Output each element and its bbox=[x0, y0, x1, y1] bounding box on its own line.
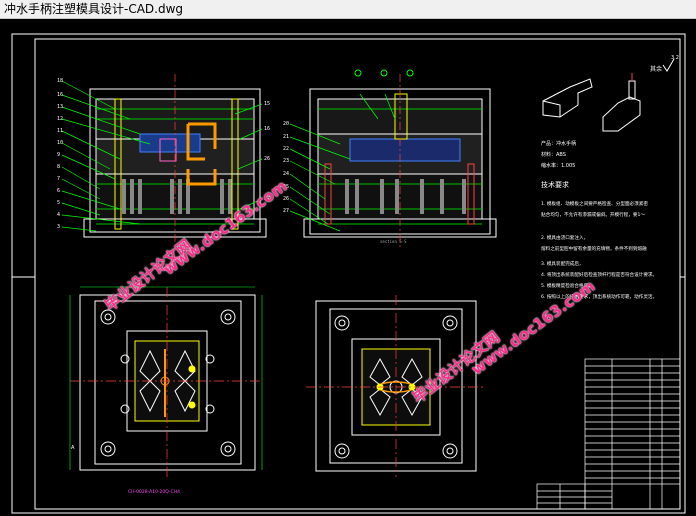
part-number: 20 bbox=[283, 121, 289, 127]
product-views: 其余 3.2 产品：冲水手柄 材料：ABS 缩水率：1.005 技术要求 1. … bbox=[541, 55, 679, 300]
part-number: 15 bbox=[264, 101, 270, 107]
product-material: 材料：ABS bbox=[541, 151, 566, 158]
part-number: 21 bbox=[283, 134, 289, 140]
plan-view-left: A CH-0028-A10-20Q-CH4 bbox=[69, 286, 263, 495]
part-number: 16 bbox=[57, 92, 63, 98]
part-number: 10 bbox=[57, 140, 63, 146]
svg-text:A: A bbox=[71, 445, 75, 451]
part-number: 23 bbox=[283, 158, 289, 164]
tech-note: 4. 将顶出系统装配好后检查顶杆行程是否符合设计要求。 bbox=[541, 271, 657, 278]
tech-note: 贴合均匀，不允许有渗漏或偏斜。开模行程，要1～ bbox=[541, 211, 645, 218]
roughness-label: 其余 bbox=[650, 65, 662, 73]
roughness-value: 3.2 bbox=[671, 55, 679, 61]
annotation: CH-0028-A10-20Q-CH4 bbox=[128, 489, 180, 495]
cad-drawing-svg: 18 16 13 12 11 10 9 8 7 6 5 4 3 15 16 26… bbox=[11, 33, 686, 514]
plan-view-right bbox=[306, 295, 486, 477]
part-number: 22 bbox=[283, 146, 289, 152]
part-number: 12 bbox=[57, 116, 63, 122]
part-number: 7 bbox=[57, 176, 60, 182]
part-number: 26 bbox=[283, 196, 289, 202]
tech-requirements-title: 技术要求 bbox=[541, 180, 569, 189]
part-number: 13 bbox=[57, 104, 63, 110]
tech-note: 3. 模具装配完成后， bbox=[541, 260, 584, 267]
part-number: 9 bbox=[57, 152, 60, 158]
assembly-section-right: 20 21 22 23 24 25 26 27 section S-S bbox=[283, 69, 497, 249]
part-number: 24 bbox=[283, 171, 289, 177]
part-number: 6 bbox=[57, 188, 60, 194]
part-number: 8 bbox=[57, 164, 60, 170]
tech-note: 1. 模板组、动模板之间要严格检查、分型面必须紧密 bbox=[541, 200, 648, 207]
part-number: 3 bbox=[57, 224, 60, 230]
cad-drawing-canvas[interactable]: 18 16 13 12 11 10 9 8 7 6 5 4 3 15 16 26… bbox=[0, 19, 696, 516]
tech-note: 熔料之前型腔中留有余量的充填物，条件不到到熔融 bbox=[541, 245, 647, 252]
tech-note: 2. 模具由浇口套注入， bbox=[541, 234, 588, 241]
part-number: 16 bbox=[264, 126, 270, 132]
title-block bbox=[536, 358, 681, 510]
part-number: 4 bbox=[57, 212, 60, 218]
section-label: section S-S bbox=[380, 239, 407, 244]
part-number: 18 bbox=[57, 78, 63, 84]
part-number: 26 bbox=[264, 156, 270, 162]
window-title: 冲水手柄注塑模具设计-CAD.dwg bbox=[4, 2, 184, 16]
window-title-bar: 冲水手柄注塑模具设计-CAD.dwg bbox=[0, 0, 696, 19]
part-number: 5 bbox=[57, 200, 60, 206]
part-number: 27 bbox=[283, 208, 289, 214]
product-name: 产品：冲水手柄 bbox=[541, 140, 576, 147]
product-shrinkage: 缩水率：1.005 bbox=[541, 162, 575, 169]
part-number: 11 bbox=[57, 128, 63, 134]
